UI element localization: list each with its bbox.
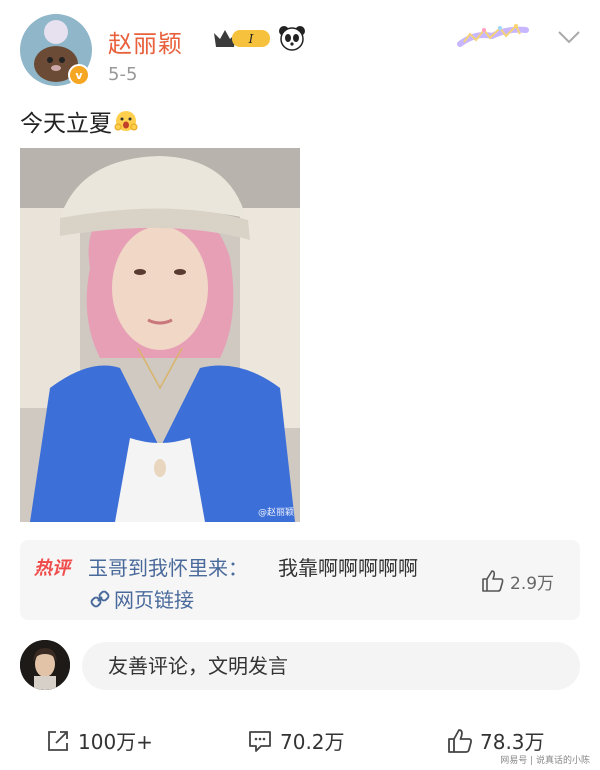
like-count: 78.3万	[480, 730, 545, 754]
comment-bar	[20, 640, 580, 692]
share-count: 100万+	[78, 730, 153, 754]
post-date: 5-5	[108, 64, 138, 85]
share-button[interactable]: 100万+	[44, 726, 153, 755]
panda-icon	[279, 26, 305, 51]
photo-watermark: @赵丽颖	[257, 508, 294, 518]
surprised-emoji-icon	[114, 111, 138, 131]
post-body: 今天立夏	[20, 111, 112, 137]
svg-text:I: I	[248, 32, 254, 46]
link-icon	[90, 590, 110, 607]
comment-input[interactable]	[82, 642, 580, 690]
source-watermark: 网易号 | 说真话的小陈	[500, 756, 590, 766]
post-header: v 赵丽颖 I 5-5	[20, 14, 590, 94]
thumb-up-icon	[448, 728, 472, 753]
hot-comment-tag: 热评	[34, 558, 70, 579]
web-link-label: 网页链接	[114, 588, 194, 612]
comment-count: 70.2万	[280, 730, 345, 754]
hot-comment-like-count: 2.9万	[510, 573, 555, 594]
like-button[interactable]: 78.3万	[446, 726, 545, 755]
verified-icon: v	[68, 64, 90, 86]
post-photo[interactable]: @赵丽颖	[20, 148, 300, 522]
hot-comment-text: 我靠啊啊啊啊啊	[278, 556, 418, 580]
comment-icon	[249, 730, 271, 752]
vip-crown-icon[interactable]: I	[212, 27, 272, 49]
author-name[interactable]: 赵丽颖	[108, 24, 183, 59]
current-user-avatar[interactable]	[20, 640, 70, 690]
hot-comment-like-button[interactable]: 2.9万	[480, 568, 554, 594]
chevron-down-icon[interactable]	[556, 28, 582, 46]
decoration-crown-icon	[457, 24, 529, 47]
share-icon	[48, 730, 68, 751]
thumb-up-icon	[482, 570, 504, 592]
hot-comment[interactable]: 热评 玉哥到我怀里来： 我靠啊啊啊啊啊 网页链接 2.9万	[20, 540, 580, 620]
web-link[interactable]: 网页链接	[90, 584, 194, 613]
comment-button[interactable]: 70.2万	[246, 726, 345, 755]
commenter-name[interactable]: 玉哥到我怀里来：	[88, 552, 248, 581]
post-text: 今天立夏	[20, 104, 138, 138]
